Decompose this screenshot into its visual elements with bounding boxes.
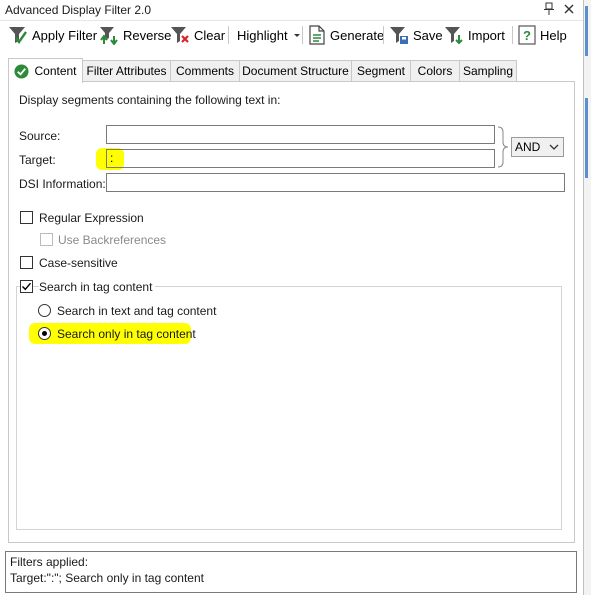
- regex-checkbox[interactable]: [20, 211, 33, 224]
- status-panel: Filters applied: Target:":"; Search only…: [5, 551, 577, 593]
- funnel-save-icon: [390, 27, 408, 44]
- radio-text-and-tag[interactable]: [38, 304, 51, 317]
- tab-colors[interactable]: Colors: [410, 60, 460, 81]
- funnel-clear-icon: [171, 27, 189, 43]
- import-button[interactable]: Import: [444, 24, 505, 46]
- side-tab-marker[interactable]: [585, 98, 588, 178]
- help-label: Help: [540, 27, 567, 43]
- save-label: Save: [413, 27, 443, 43]
- tab-document-structure[interactable]: Document Structure: [239, 60, 352, 81]
- status-title: Filters applied:: [10, 555, 89, 569]
- clear-button[interactable]: Clear: [170, 24, 225, 46]
- and-bracket: [497, 126, 509, 168]
- tab-document-structure-label: Document Structure: [242, 64, 349, 78]
- funnel-import-icon: [445, 27, 463, 45]
- help-icon: ?: [518, 25, 536, 45]
- tab-content[interactable]: Content: [8, 58, 83, 83]
- tab-content-label: Content: [34, 64, 77, 78]
- apply-filter-button[interactable]: Apply Filter: [8, 24, 97, 46]
- svg-text:?: ?: [523, 28, 531, 43]
- tab-comments[interactable]: Comments: [170, 60, 240, 81]
- side-tab-marker[interactable]: [585, 6, 588, 56]
- apply-filter-label: Apply Filter: [32, 27, 98, 43]
- target-label: Target:: [19, 153, 56, 167]
- highlight-dropdown[interactable]: Highlight: [237, 24, 302, 46]
- tab-segment-label: Segment: [356, 64, 406, 78]
- regex-label: Regular Expression: [39, 211, 144, 225]
- tab-segment[interactable]: Segment: [351, 60, 411, 81]
- backrefs-checkbox[interactable]: [40, 233, 53, 246]
- toolbar-separator: [302, 26, 303, 44]
- reverse-arrows-icon: [100, 27, 118, 45]
- case-sensitive-label: Case-sensitive: [39, 256, 118, 270]
- toolbar-separator: [383, 26, 384, 44]
- help-button[interactable]: ? Help: [518, 24, 567, 46]
- reverse-label: Reverse: [123, 27, 172, 43]
- tab-sampling-label: Sampling: [462, 64, 514, 78]
- window-title: Advanced Display Filter 2.0: [5, 3, 152, 17]
- save-button[interactable]: Save: [389, 24, 443, 46]
- pin-icon[interactable]: [543, 2, 555, 16]
- tab-strip: Content Filter Attributes Comments Docum…: [8, 58, 575, 83]
- chevron-down-icon: [549, 144, 559, 150]
- filter-heading: Display segments containing the followin…: [19, 93, 281, 107]
- toolbar-separator: [512, 26, 513, 44]
- generate-label: Generate: [330, 27, 385, 43]
- check-circle-icon: [14, 63, 30, 79]
- source-label: Source:: [19, 129, 61, 143]
- backrefs-label: Use Backreferences: [58, 233, 167, 247]
- radio-only-tag[interactable]: [38, 327, 51, 340]
- operator-dropdown[interactable]: AND: [511, 137, 564, 157]
- target-input[interactable]: :: [106, 149, 495, 168]
- radio-text-and-tag-label: Search in text and tag content: [57, 304, 217, 318]
- dsi-input[interactable]: [106, 173, 565, 192]
- tab-colors-label: Colors: [417, 64, 453, 78]
- title-bar: Advanced Display Filter 2.0: [0, 0, 583, 21]
- dropdown-arrow-icon: [293, 34, 300, 37]
- tab-sampling[interactable]: Sampling: [459, 60, 517, 81]
- tag-content-checkbox[interactable]: [20, 280, 33, 293]
- tag-content-label: Search in tag content: [39, 280, 156, 294]
- side-panel-strip[interactable]: [583, 0, 591, 595]
- checkmark-icon: [22, 282, 32, 291]
- reverse-button[interactable]: Reverse: [99, 24, 171, 46]
- funnel-check-icon: [9, 27, 27, 45]
- status-detail: Target:":"; Search only in tag content: [10, 571, 204, 585]
- tab-filter-attributes[interactable]: Filter Attributes: [82, 60, 171, 81]
- import-label: Import: [468, 27, 505, 43]
- generate-button[interactable]: Generate: [308, 24, 384, 46]
- tab-filter-attributes-label: Filter Attributes: [86, 64, 167, 78]
- clear-label: Clear: [194, 27, 226, 43]
- radio-only-tag-label: Search only in tag content: [57, 327, 196, 341]
- highlight-label: Highlight: [237, 27, 288, 43]
- tab-comments-label: Comments: [175, 64, 234, 78]
- operator-value: AND: [515, 140, 541, 154]
- document-icon: [309, 25, 325, 45]
- close-icon[interactable]: [563, 3, 575, 15]
- toolbar: Apply Filter Reverse Clear Highlight Gen…: [0, 21, 583, 49]
- toolbar-separator: [228, 26, 229, 44]
- source-input[interactable]: [106, 125, 495, 144]
- case-sensitive-checkbox[interactable]: [20, 256, 33, 269]
- dsi-label: DSI Information:: [19, 177, 106, 191]
